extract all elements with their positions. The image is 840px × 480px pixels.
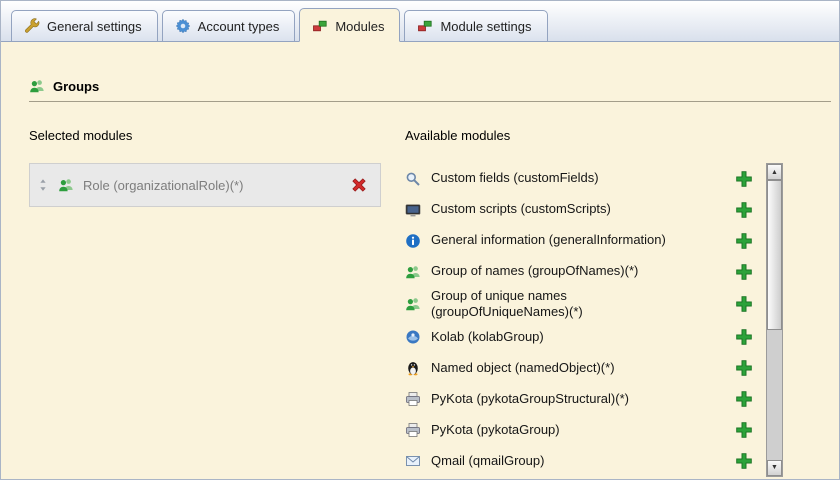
printer-icon: [405, 391, 421, 407]
add-module-button[interactable]: [735, 390, 753, 408]
available-module-row: Group of names (groupOfNames)(*): [405, 256, 766, 287]
module-label: Custom fields (customFields): [431, 170, 599, 186]
tab-module-settings[interactable]: Module settings: [404, 10, 548, 42]
section-title: Groups: [53, 78, 100, 94]
add-icon: [735, 232, 753, 250]
group-icon: [405, 264, 421, 280]
tux-icon: [405, 360, 421, 376]
available-module-row: PyKota (pykotaGroup): [405, 415, 766, 446]
available-modules-column: Available modules Custom fields (customF…: [405, 128, 783, 477]
module-label: General information (generalInformation): [431, 232, 666, 248]
module-label: Group of names (groupOfNames)(*): [431, 263, 639, 279]
available-module-row: General information (generalInformation): [405, 225, 766, 256]
up-arrow-icon: ▲: [771, 168, 778, 176]
tab-general-settings[interactable]: General settings: [11, 10, 158, 42]
available-module-row: Named object (namedObject)(*): [405, 353, 766, 384]
selected-module-row: Role (organizationalRole)(*): [29, 163, 381, 207]
available-module-row: Qmail (qmailGroup): [405, 446, 766, 477]
magnifier-icon: [405, 171, 421, 187]
available-modules-list-wrap: Custom fields (customFields) Custom scri…: [405, 163, 783, 477]
add-module-button[interactable]: [735, 359, 753, 377]
tab-bar: General settings Account types Modules M…: [1, 1, 839, 42]
group-icon: [58, 177, 74, 193]
down-arrow-icon: ▼: [771, 464, 778, 471]
selected-modules-heading: Selected modules: [29, 128, 133, 143]
remove-module-button[interactable]: [350, 176, 368, 194]
add-module-button[interactable]: [735, 452, 753, 470]
selected-module-label: Role (organizationalRole)(*): [83, 177, 244, 193]
kolab-icon: [405, 329, 421, 345]
add-icon: [735, 170, 753, 188]
info-icon: [405, 233, 421, 249]
add-module-button[interactable]: [735, 421, 753, 439]
available-modules-heading: Available modules: [405, 128, 511, 143]
add-module-button[interactable]: [735, 328, 753, 346]
tab-label: General settings: [47, 18, 142, 34]
add-module-button[interactable]: [735, 295, 753, 313]
terminal-icon: [405, 202, 421, 218]
gear-icon: [175, 18, 191, 34]
available-module-row: Custom scripts (customScripts): [405, 194, 766, 225]
add-module-button[interactable]: [735, 232, 753, 250]
selected-modules-column: Selected modules Role (organizationalRol…: [29, 128, 381, 477]
module-label: Custom scripts (customScripts): [431, 201, 611, 217]
add-icon: [735, 421, 753, 439]
available-module-row: PyKota (pykotaGroupStructural)(*): [405, 384, 766, 415]
modules-icon: [417, 18, 433, 34]
module-label: PyKota (pykotaGroupStructural)(*): [431, 390, 629, 406]
available-module-row: Custom fields (customFields): [405, 163, 766, 194]
module-label: PyKota (pykotaGroup): [431, 421, 560, 437]
add-module-button[interactable]: [735, 201, 753, 219]
modules-columns: Selected modules Role (organizationalRol…: [29, 128, 783, 477]
group-icon: [405, 296, 421, 312]
add-icon: [735, 201, 753, 219]
scrollbar[interactable]: ▲ ▼: [766, 163, 783, 477]
scroll-down-button[interactable]: ▼: [767, 459, 782, 476]
tab-label: Account types: [197, 18, 280, 34]
module-label: Group of unique names (groupOfUniqueName…: [431, 288, 583, 320]
drag-handle-icon[interactable]: [36, 178, 50, 192]
available-module-row: Group of unique names (groupOfUniqueName…: [405, 287, 766, 322]
printer-icon: [405, 422, 421, 438]
scrollbar-thumb[interactable]: [767, 180, 782, 330]
add-icon: [735, 295, 753, 313]
groups-icon: [29, 78, 45, 94]
add-icon: [735, 328, 753, 346]
add-module-button[interactable]: [735, 263, 753, 281]
delete-icon: [350, 176, 368, 194]
modules-icon: [312, 18, 328, 34]
wrench-icon: [24, 18, 40, 34]
available-modules-list: Custom fields (customFields) Custom scri…: [405, 163, 766, 477]
tab-modules[interactable]: Modules: [299, 8, 401, 42]
add-icon: [735, 263, 753, 281]
module-label: Kolab (kolabGroup): [431, 328, 544, 344]
tab-label: Modules: [335, 18, 385, 34]
page: General settings Account types Modules M…: [0, 0, 840, 480]
add-module-button[interactable]: [735, 170, 753, 188]
add-icon: [735, 390, 753, 408]
scroll-up-button[interactable]: ▲: [767, 164, 782, 180]
add-icon: [735, 452, 753, 470]
section-header: Groups: [29, 78, 831, 102]
add-icon: [735, 359, 753, 377]
available-module-row: Kolab (kolabGroup): [405, 322, 766, 353]
module-label: Named object (namedObject)(*): [431, 359, 615, 375]
tab-label: Module settings: [440, 18, 532, 34]
mail-icon: [405, 453, 421, 469]
tab-account-types[interactable]: Account types: [161, 10, 296, 42]
module-label: Qmail (qmailGroup): [431, 452, 545, 468]
